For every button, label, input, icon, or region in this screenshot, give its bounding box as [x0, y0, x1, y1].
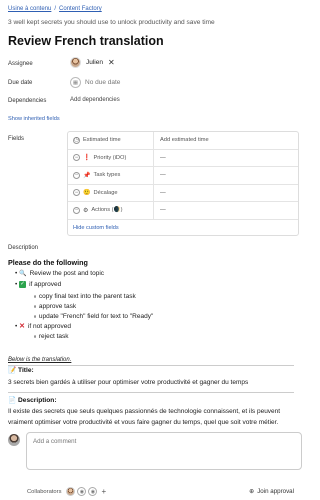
- list-item-text: Review the post and topic: [29, 270, 105, 277]
- description-heading: Please do the following: [8, 258, 88, 267]
- field-name: Task types: [93, 172, 121, 179]
- field-value[interactable]: —: [154, 172, 166, 178]
- field-name: Priority (iDO): [93, 154, 127, 161]
- task-title[interactable]: Review French translation: [8, 34, 164, 48]
- dependencies-label: Dependencies: [8, 98, 47, 104]
- list-item-text: reject task: [38, 333, 69, 340]
- task-detail-pane: Usine à contenu / Content Factory 3 well…: [0, 0, 308, 500]
- pin-icon: 📌: [83, 172, 91, 179]
- field-name: Décalage: [93, 189, 118, 196]
- estimated-time-input[interactable]: Add estimated time: [154, 137, 209, 143]
- assignee-label: Assignee: [8, 61, 33, 67]
- due-date-placeholder: No due date: [85, 79, 121, 86]
- comment-composer: Add a comment: [8, 432, 302, 470]
- list-item-text: if approved: [29, 281, 62, 289]
- gear-icon: ⚙: [83, 207, 89, 214]
- fields-label: Fields: [8, 136, 25, 142]
- translation-description-text: Il existe des secrets que seuls quelques…: [8, 408, 281, 426]
- parent-task-subtitle[interactable]: 3 well kept secrets you should use to un…: [8, 19, 215, 26]
- calendar-icon: ▦: [70, 77, 81, 88]
- breadcrumb-project-link[interactable]: Usine à contenu: [8, 6, 51, 12]
- field-row: − ⚙ Actions (🌒) —: [68, 202, 298, 220]
- smiley-icon: 🙂: [83, 190, 91, 197]
- description-label: Description: [8, 245, 39, 251]
- assignee-name: Julien: [86, 59, 103, 66]
- field-name: Actions (🌒): [91, 207, 123, 214]
- join-approval-button[interactable]: ⊕ Join approval: [249, 488, 294, 495]
- memo-icon: 📄: [8, 397, 19, 404]
- title-label-text: Title:: [18, 367, 34, 374]
- list-item-text: copy final text into the parent task: [38, 293, 136, 300]
- translation-description-label: 📄 Description:: [8, 396, 57, 404]
- field-value[interactable]: —: [154, 207, 166, 213]
- field-row: − 📌 Task types —: [68, 167, 298, 185]
- avatar: [8, 434, 20, 446]
- due-date-label: Due date: [8, 80, 33, 86]
- person-icon[interactable]: ◉: [77, 487, 87, 496]
- hide-custom-fields-link[interactable]: Hide custom fields: [68, 220, 298, 235]
- remove-field-icon[interactable]: −: [73, 154, 80, 162]
- join-approval-label: Join approval: [257, 488, 294, 495]
- divider: [8, 392, 294, 393]
- list-item-text: if not approved: [27, 323, 71, 330]
- due-date-field[interactable]: ▦ No due date: [70, 77, 120, 88]
- collaborators-bar: Collaborators ◉ ◉ + ⊕ Join approval: [0, 483, 308, 500]
- field-value[interactable]: —: [154, 190, 166, 196]
- remove-field-icon[interactable]: −: [73, 206, 80, 214]
- assignee-chip[interactable]: Julien ✕: [70, 57, 115, 68]
- pencil-icon: 📝: [8, 367, 19, 374]
- remove-field-icon[interactable]: −: [73, 171, 80, 179]
- description-label-text: Description:: [18, 397, 57, 404]
- cross-icon: ✕: [19, 323, 25, 330]
- avatar: [70, 57, 81, 68]
- comment-input[interactable]: Add a comment: [26, 432, 302, 470]
- clock-icon: ◷: [73, 136, 80, 144]
- list-item-text: update "French" field for text to "Ready…: [38, 313, 154, 320]
- translation-title-label: 📝 Title:: [8, 366, 34, 374]
- priority-icon: ❗: [83, 155, 91, 162]
- breadcrumb-separator: /: [54, 6, 57, 12]
- remove-assignee-icon[interactable]: ✕: [108, 58, 115, 67]
- join-icon: ⊕: [249, 489, 255, 495]
- divider: [8, 365, 294, 366]
- translation-title-text: 3 secrets bien gardés à utiliser pour op…: [8, 379, 249, 386]
- collaborator-avatars: ◉ ◉ +: [66, 487, 106, 496]
- field-name: Estimated time: [83, 137, 121, 144]
- field-row-estimated-time: ◷ Estimated time Add estimated time: [68, 132, 298, 150]
- breadcrumb-section-link[interactable]: Content Factory: [59, 6, 102, 12]
- checkmark-icon: ✓: [19, 281, 27, 288]
- collaborators-label: Collaborators: [27, 488, 62, 495]
- field-value[interactable]: —: [154, 155, 166, 161]
- remove-field-icon[interactable]: −: [73, 189, 80, 197]
- show-inherited-fields-link[interactable]: Show inherited fields: [8, 116, 60, 122]
- field-row: − 🙂 Décalage —: [68, 184, 298, 202]
- translation-intro: Below is the translation.: [8, 357, 72, 363]
- person-icon[interactable]: ◉: [88, 487, 98, 496]
- list-item-text: approve task: [38, 303, 77, 310]
- magnifier-icon: 🔍: [19, 271, 27, 277]
- custom-fields-table: ◷ Estimated time Add estimated time − ❗ Pri…: [67, 131, 299, 236]
- avatar[interactable]: [66, 487, 76, 496]
- add-dependencies-button[interactable]: Add dependencies: [70, 97, 120, 103]
- field-row: − ❗ Priority (iDO) —: [68, 149, 298, 167]
- add-collaborator-icon[interactable]: +: [101, 487, 106, 496]
- breadcrumb: Usine à contenu / Content Factory: [8, 6, 102, 12]
